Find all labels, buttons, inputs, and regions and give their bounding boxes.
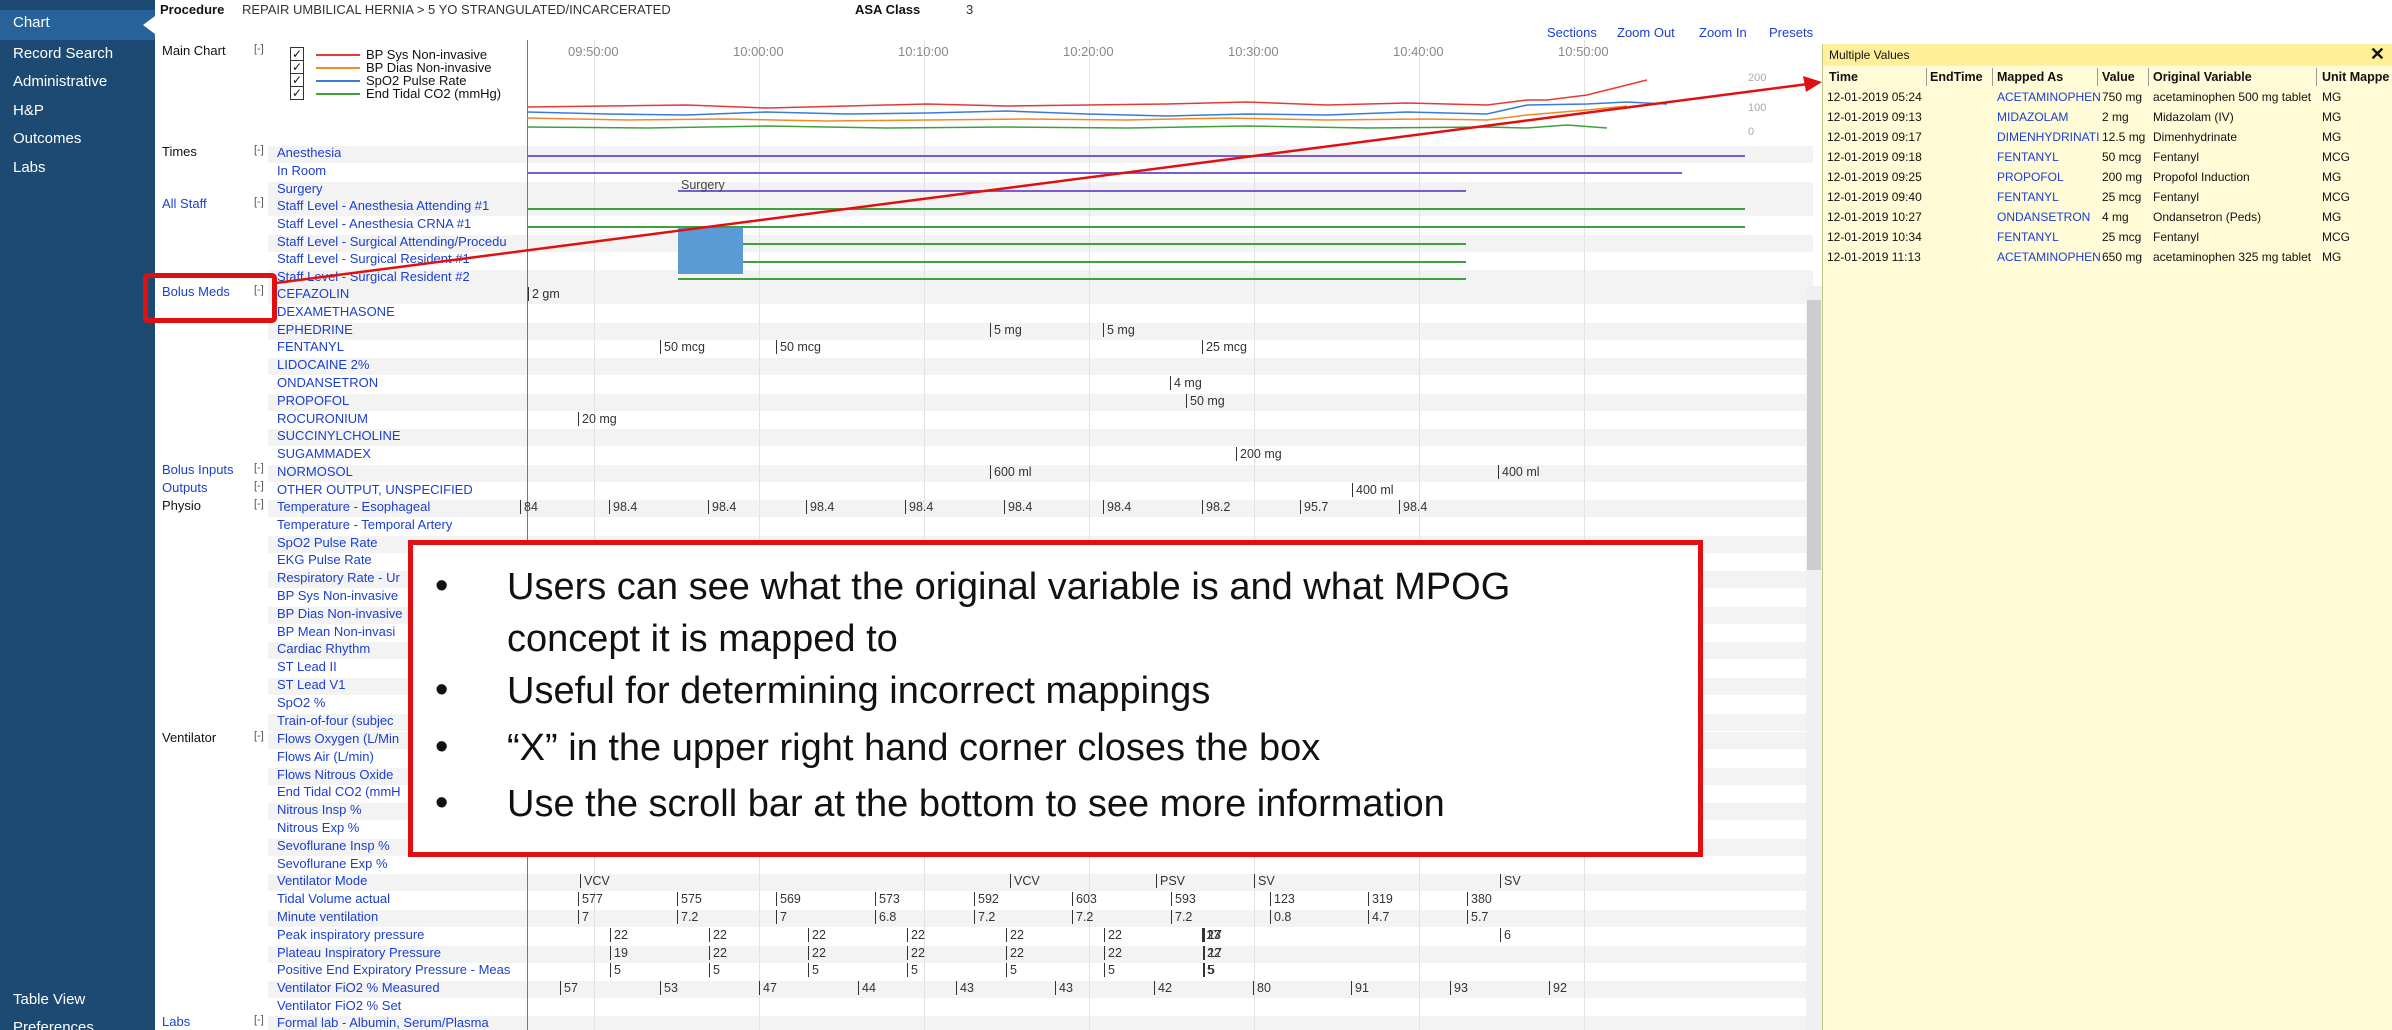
callout-bullet-continued: concept it is mapped to	[507, 618, 898, 660]
callout-bullet: Use the scroll bar at the bottom to see …	[507, 783, 1445, 825]
callout-bullet: Users can see what the original variable…	[507, 566, 1511, 608]
callout-bullet: “X” in the upper right hand corner close…	[507, 727, 1321, 769]
annotation-callout: • Users can see what the original variab…	[408, 540, 1703, 857]
app-window: Chart Record Search Administrative H&P O…	[0, 0, 2392, 1030]
bolus-meds-highlight-box	[143, 273, 277, 323]
annotation-arrow	[275, 76, 1822, 285]
callout-bullet: Useful for determining incorrect mapping…	[507, 670, 1211, 712]
